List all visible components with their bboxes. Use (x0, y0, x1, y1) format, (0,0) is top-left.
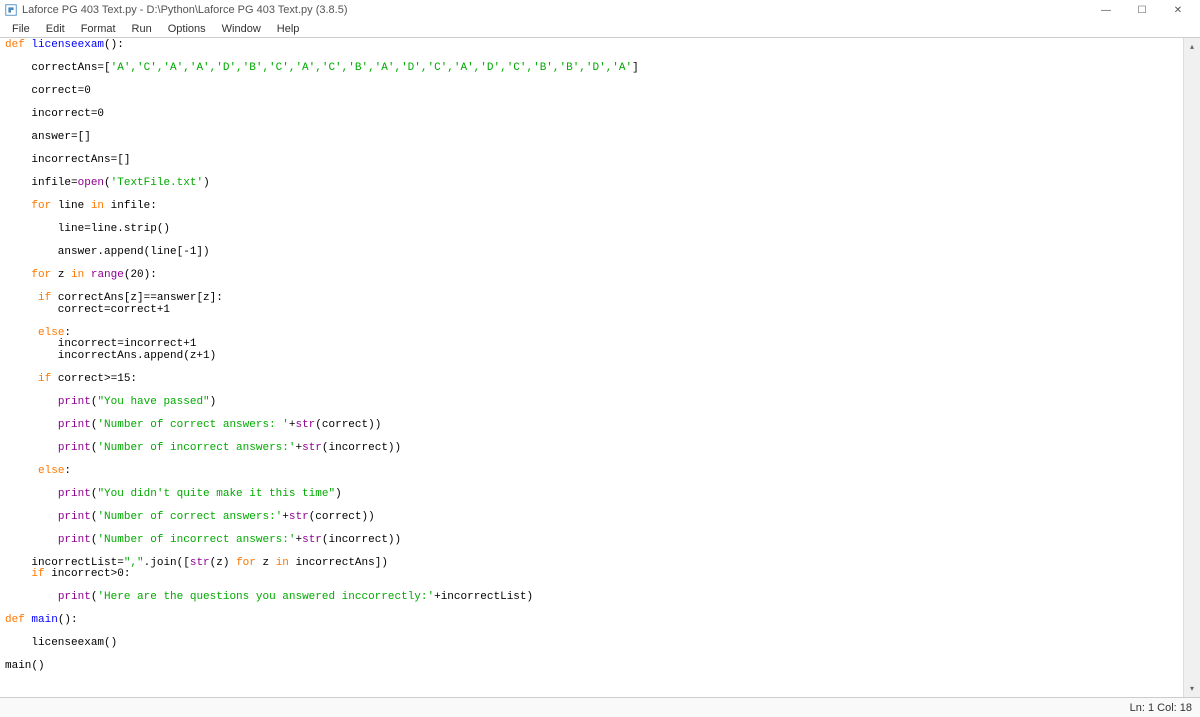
window-controls: — ☐ ✕ (1088, 0, 1196, 20)
menu-format[interactable]: Format (73, 23, 124, 35)
close-button[interactable]: ✕ (1160, 0, 1196, 20)
statusbar: Ln: 1 Col: 18 (0, 697, 1200, 717)
menu-help[interactable]: Help (269, 23, 308, 35)
menu-edit[interactable]: Edit (38, 23, 73, 35)
menu-options[interactable]: Options (160, 23, 214, 35)
menu-run[interactable]: Run (124, 23, 160, 35)
app-icon (4, 3, 18, 17)
scroll-up-icon[interactable]: ▴ (1184, 38, 1200, 55)
minimize-button[interactable]: — (1088, 0, 1124, 20)
editor-area: def licenseexam(): correctAns=['A','C','… (0, 38, 1200, 697)
scroll-down-icon[interactable]: ▾ (1184, 680, 1200, 697)
titlebar: Laforce PG 403 Text.py - D:\Python\Lafor… (0, 0, 1200, 20)
maximize-button[interactable]: ☐ (1124, 0, 1160, 20)
cursor-position: Ln: 1 Col: 18 (1130, 702, 1192, 714)
menu-file[interactable]: File (4, 23, 38, 35)
menubar: File Edit Format Run Options Window Help (0, 20, 1200, 38)
menu-window[interactable]: Window (214, 23, 269, 35)
vertical-scrollbar[interactable]: ▴ ▾ (1183, 38, 1200, 697)
code-editor[interactable]: def licenseexam(): correctAns=['A','C','… (0, 38, 1183, 697)
window-title: Laforce PG 403 Text.py - D:\Python\Lafor… (22, 4, 1088, 16)
